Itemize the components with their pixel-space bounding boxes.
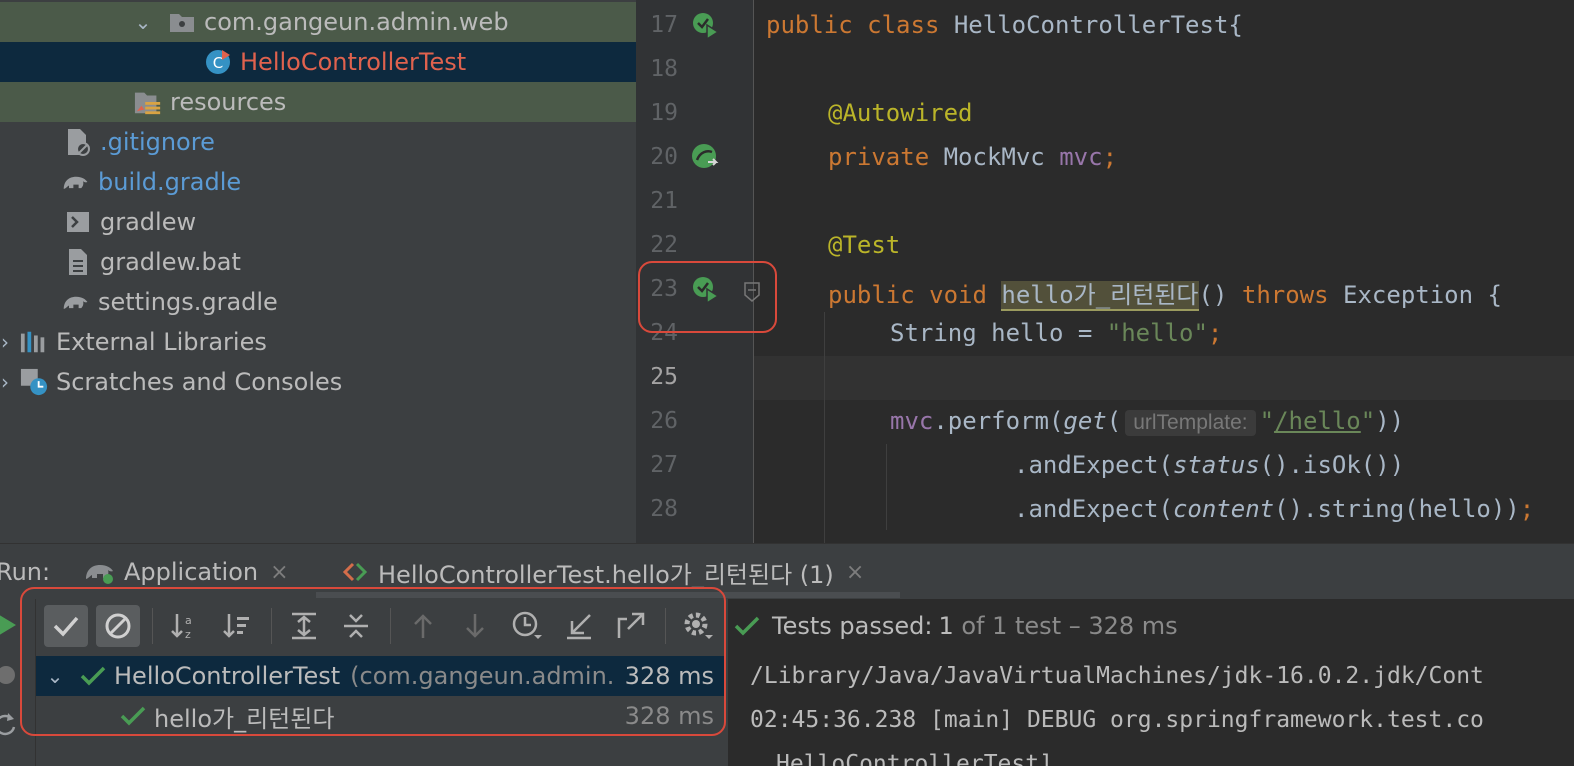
resources-folder-icon	[134, 88, 162, 116]
rerun-icon[interactable]	[0, 711, 18, 739]
tree-item-gradlew-bat[interactable]: gradlew.bat	[0, 242, 636, 282]
gradle-elephant-icon	[62, 168, 90, 196]
line-number: 27	[650, 452, 678, 478]
tree-item-external-libraries[interactable]: › External Libraries	[0, 322, 636, 362]
line-number: 18	[650, 56, 678, 82]
chevron-right-icon[interactable]: ›	[0, 370, 16, 394]
console-output[interactable]: Tests passed: 1 of 1 test – 328 ms /Libr…	[728, 599, 1574, 766]
test-run-icon	[342, 562, 368, 582]
code-line-28: .andExpect(content().string(hello));	[1014, 495, 1535, 523]
close-icon[interactable]: ×	[270, 560, 288, 585]
tree-item-test-class[interactable]: C HelloControllerTest	[0, 42, 636, 82]
code-line-17: public class HelloControllerTest{	[766, 11, 1243, 39]
line-number: 28	[650, 496, 678, 522]
code-line-22: @Test	[828, 231, 901, 259]
tree-item-package[interactable]: ⌄ com.gangeun.admin.web	[0, 2, 636, 42]
parameter-hint: urlTemplate:	[1125, 410, 1256, 436]
project-tree: ⌄ com.gangeun.admin.web C HelloControlle…	[0, 0, 636, 543]
tree-item-gitignore[interactable]: .gitignore	[0, 122, 636, 162]
console-line: 02:45:36.238 [main] DEBUG org.springfram…	[750, 707, 1484, 733]
script-icon	[64, 208, 92, 236]
navigate-bean-icon[interactable]	[690, 142, 720, 172]
line-number: 21	[650, 188, 678, 214]
code-line-20: private MockMvc mvc;	[828, 143, 1118, 171]
package-folder-icon	[168, 8, 196, 36]
text-file-icon	[64, 248, 92, 276]
tree-item-scratches[interactable]: › Scratches and Consoles	[0, 362, 636, 402]
method-name: hello가_리턴된다	[1001, 281, 1199, 311]
current-line-highlight	[754, 356, 1574, 400]
code-line-19: @Autowired	[828, 99, 973, 127]
ignore-file-icon	[64, 128, 92, 156]
console-line: /Library/Java/JavaVirtualMachines/jdk-16…	[750, 663, 1484, 689]
chevron-down-icon[interactable]: ⌄	[132, 10, 154, 34]
console-line: HelloControllerTest]	[776, 751, 1053, 766]
line-number: 19	[650, 100, 678, 126]
test-status-bar: Tests passed: 1 of 1 test – 328 ms	[728, 599, 1574, 653]
line-number: 20	[650, 144, 678, 170]
line-number: 17	[650, 12, 678, 38]
tree-item-build-gradle[interactable]: build.gradle	[0, 162, 636, 202]
gradle-elephant-icon	[62, 288, 90, 316]
gutter-annotation-box	[638, 261, 777, 333]
libraries-icon	[20, 328, 48, 356]
tree-item-gradlew[interactable]: gradlew	[0, 202, 636, 242]
line-number: 26	[650, 408, 678, 434]
run-test-class-icon[interactable]	[690, 10, 720, 40]
line-number: 25	[650, 364, 678, 390]
passed-check-icon	[734, 616, 760, 636]
tree-item-resources[interactable]: resources	[0, 82, 636, 122]
code-line-24: String hello = "hello";	[890, 319, 1223, 347]
code-line-26: mvc.perform(get(urlTemplate: "/hello"))	[890, 407, 1405, 436]
scratches-icon	[20, 368, 48, 396]
test-panel-annotation-box	[20, 587, 726, 736]
svg-text:C: C	[213, 54, 223, 72]
tree-item-settings-gradle[interactable]: settings.gradle	[0, 282, 636, 322]
debug-icon[interactable]	[0, 661, 20, 689]
rerun-play-icon[interactable]	[0, 611, 18, 639]
close-icon[interactable]: ×	[846, 560, 864, 585]
test-class-icon: C	[204, 48, 232, 76]
code-editor[interactable]: 17 18 19 20 21 22 23 24 25 26 27 28 publ…	[636, 0, 1574, 543]
spring-app-icon	[86, 565, 113, 584]
code-line-23: public void hello가_리턴된다() throws Excepti…	[828, 281, 1502, 311]
chevron-right-icon[interactable]: ›	[0, 330, 16, 354]
url-link[interactable]: /hello	[1274, 407, 1361, 435]
line-number: 22	[650, 232, 678, 258]
code-line-27: .andExpect(status().isOk())	[1014, 451, 1405, 479]
